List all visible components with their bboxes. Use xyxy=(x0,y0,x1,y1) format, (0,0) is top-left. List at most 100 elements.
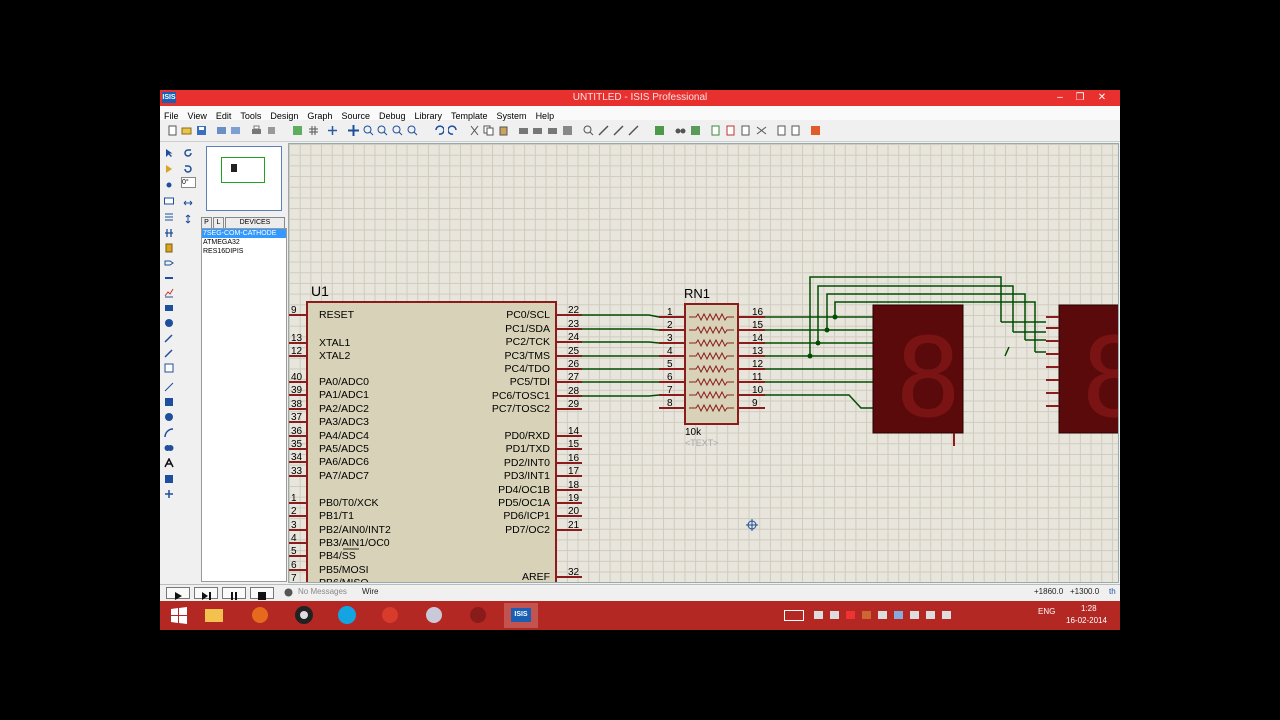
rotation-field[interactable]: 0° xyxy=(181,177,196,188)
tape-recorder-icon[interactable] xyxy=(164,303,174,313)
open-folder-icon[interactable] xyxy=(181,125,192,136)
subcircuit-icon[interactable] xyxy=(164,243,174,253)
new-file-icon[interactable] xyxy=(167,125,178,136)
pan-icon[interactable] xyxy=(348,125,359,136)
step-button[interactable] xyxy=(194,587,218,600)
graph-mode-icon[interactable] xyxy=(164,288,174,298)
print-area-icon[interactable] xyxy=(266,125,277,136)
export-icon[interactable] xyxy=(230,125,241,136)
import-icon[interactable] xyxy=(216,125,227,136)
box-icon[interactable] xyxy=(164,397,174,407)
rn1-component[interactable] xyxy=(684,303,739,425)
rotate-anticlockwise-icon[interactable] xyxy=(183,164,193,174)
text-icon[interactable] xyxy=(164,458,174,468)
minimize-button[interactable]: – xyxy=(1050,91,1070,105)
wire[interactable] xyxy=(582,328,660,331)
copy-icon[interactable] xyxy=(483,125,494,136)
block-delete-icon[interactable] xyxy=(562,125,573,136)
text-script-icon[interactable] xyxy=(164,212,174,222)
wire[interactable] xyxy=(582,341,660,344)
save-icon[interactable] xyxy=(196,125,207,136)
device-item-atmega32[interactable]: ATMEGA32 xyxy=(202,238,286,247)
media-player-icon[interactable] xyxy=(287,603,321,628)
generator-icon[interactable] xyxy=(164,318,174,328)
wire[interactable] xyxy=(765,316,873,409)
wire-label-icon[interactable] xyxy=(164,196,174,206)
seven-segment-display-1[interactable]: 8 xyxy=(872,304,964,446)
arc-icon[interactable] xyxy=(164,428,174,438)
print-icon[interactable] xyxy=(251,125,262,136)
isis-taskbar-button[interactable]: ISIS xyxy=(504,603,538,628)
closed-path-icon[interactable] xyxy=(164,443,174,453)
clock-time[interactable]: 1:28 xyxy=(1081,604,1097,613)
pause-button[interactable] xyxy=(222,587,246,600)
undo-icon[interactable] xyxy=(433,125,444,136)
refresh-icon[interactable] xyxy=(292,125,303,136)
netlist-icon[interactable] xyxy=(790,125,801,136)
redo-icon[interactable] xyxy=(448,125,459,136)
wire[interactable] xyxy=(582,314,660,318)
line-icon[interactable] xyxy=(164,382,174,392)
rotate-clockwise-icon[interactable] xyxy=(183,148,193,158)
zoom-out-icon[interactable] xyxy=(377,125,388,136)
current-probe-icon[interactable] xyxy=(164,348,174,358)
junction-dot-icon[interactable] xyxy=(164,180,174,190)
file-explorer-icon[interactable] xyxy=(197,603,231,628)
device-item-7seg[interactable]: 7SEG-COM-CATHODE xyxy=(202,229,286,238)
search-tag-icon[interactable] xyxy=(675,125,686,136)
play-button[interactable] xyxy=(166,587,190,600)
voltage-probe-icon[interactable] xyxy=(164,333,174,343)
zoom-all-icon[interactable] xyxy=(392,125,403,136)
wire[interactable] xyxy=(1001,321,1046,357)
cut-icon[interactable] xyxy=(469,125,480,136)
terminal-icon[interactable] xyxy=(164,258,174,268)
wire[interactable] xyxy=(582,394,660,397)
pick-device-icon[interactable] xyxy=(583,125,594,136)
bill-of-materials-icon[interactable] xyxy=(756,125,767,136)
firefox-icon[interactable] xyxy=(243,603,277,628)
property-tool-icon[interactable] xyxy=(690,125,701,136)
device-item-res16dipis[interactable]: RES16DIPIS xyxy=(202,247,286,256)
block-rotate-icon[interactable] xyxy=(547,125,558,136)
mirror-y-icon[interactable] xyxy=(183,214,193,224)
remove-sheet-icon[interactable] xyxy=(725,125,736,136)
exit-to-parent-icon[interactable] xyxy=(740,125,751,136)
grid-icon[interactable] xyxy=(308,125,319,136)
maximize-button[interactable]: ❐ xyxy=(1070,91,1090,105)
make-device-icon[interactable] xyxy=(598,125,609,136)
language-indicator[interactable]: ENG xyxy=(1038,607,1055,616)
electrical-rules-icon[interactable] xyxy=(776,125,787,136)
zoom-area-icon[interactable] xyxy=(407,125,418,136)
origin-icon[interactable] xyxy=(327,125,338,136)
keyboard-icon[interactable] xyxy=(784,610,804,621)
paste-icon[interactable] xyxy=(498,125,509,136)
unit-toggle[interactable]: th xyxy=(1109,586,1116,598)
close-button[interactable]: ✕ xyxy=(1092,91,1112,105)
app-1-icon[interactable] xyxy=(373,603,407,628)
symbol-icon[interactable] xyxy=(164,474,174,484)
messages-status[interactable]: No Messages xyxy=(298,586,347,598)
tray-icons[interactable] xyxy=(814,609,964,621)
overview-window[interactable] xyxy=(206,146,282,211)
block-move-icon[interactable] xyxy=(532,125,543,136)
seven-segment-display-2[interactable]: 8 xyxy=(1058,304,1118,442)
new-sheet-icon[interactable] xyxy=(710,125,721,136)
skype-icon[interactable] xyxy=(330,603,364,628)
component-mode-icon[interactable] xyxy=(164,164,174,174)
stop-button[interactable] xyxy=(250,587,274,600)
app-3-icon[interactable] xyxy=(461,603,495,628)
ares-icon[interactable] xyxy=(810,125,821,136)
clock-date[interactable]: 16-02-2014 xyxy=(1066,616,1107,625)
bus-icon[interactable] xyxy=(164,228,174,238)
app-2-icon[interactable] xyxy=(417,603,451,628)
package-tool-icon[interactable] xyxy=(613,125,624,136)
windows-start-icon[interactable] xyxy=(162,603,196,628)
device-pin-icon[interactable] xyxy=(164,273,174,283)
mirror-x-icon[interactable] xyxy=(183,198,193,208)
decompose-icon[interactable] xyxy=(628,125,639,136)
selection-mode-icon[interactable] xyxy=(164,148,174,158)
virtual-instruments-icon[interactable] xyxy=(164,363,174,373)
circle-icon[interactable] xyxy=(164,412,174,422)
marker-icon[interactable] xyxy=(164,489,174,499)
schematic-canvas[interactable]: U1 9 RESET 13 XTAL1 12 XTAL2 40 PA0/ADC0 39 PA1/A… xyxy=(288,143,1119,583)
